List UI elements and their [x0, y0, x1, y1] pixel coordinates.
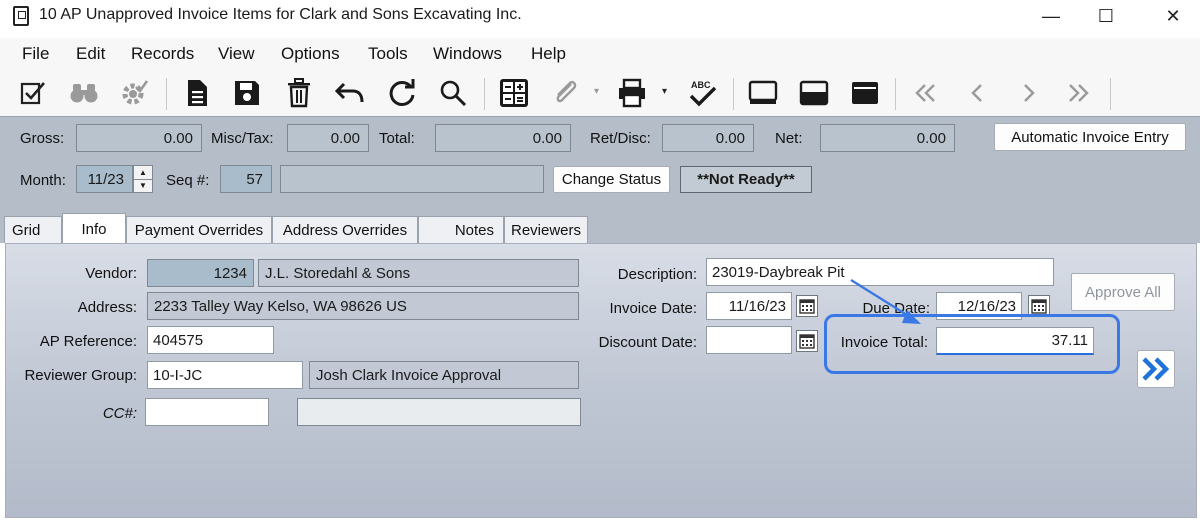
checklist-icon[interactable]	[16, 76, 50, 110]
previous-record-icon[interactable]	[961, 76, 995, 110]
menu-file[interactable]: File	[22, 44, 49, 64]
window-title: 10 AP Unapproved Invoice Items for Clark…	[39, 6, 522, 23]
annotation-arrow-icon	[850, 278, 921, 324]
document-icon[interactable]	[180, 76, 214, 110]
toolbar-separator	[166, 78, 167, 110]
net-label: Net:	[775, 130, 803, 147]
invoice-date-calendar-icon[interactable]	[796, 295, 818, 317]
seq-field[interactable]: 57	[220, 165, 272, 193]
delete-icon[interactable]	[282, 76, 316, 110]
layout-split-icon[interactable]	[797, 76, 831, 110]
spellcheck-text: ABC	[691, 80, 711, 90]
misc-tax-label: Misc/Tax:	[211, 130, 274, 147]
spin-up-icon[interactable]: ▲	[134, 166, 152, 180]
maximize-button[interactable]: ☐	[1078, 0, 1134, 33]
cc-field[interactable]	[145, 398, 269, 426]
total-field: 0.00	[435, 124, 571, 152]
print-icon[interactable]	[615, 76, 649, 110]
status-badge: **Not Ready**	[680, 166, 812, 193]
vendor-label: Vendor:	[85, 265, 137, 282]
toolbar-separator	[1110, 78, 1111, 110]
menu-help[interactable]: Help	[531, 44, 566, 64]
spin-down-icon[interactable]: ▼	[134, 180, 152, 193]
attachment-dropdown-icon[interactable]: ▾	[594, 86, 602, 97]
settings-check-icon[interactable]	[117, 76, 151, 110]
tab-address-overrides[interactable]: Address Overrides	[272, 216, 418, 243]
tab-reviewers[interactable]: Reviewers	[504, 216, 588, 243]
gross-field: 0.00	[76, 124, 202, 152]
ap-reference-field[interactable]: 404575	[147, 326, 274, 354]
vendor-id-field[interactable]: 1234	[147, 259, 254, 287]
address-field: 2233 Talley Way Kelso, WA 98626 US	[147, 292, 579, 320]
refresh-icon[interactable]	[385, 76, 419, 110]
cc-description-field	[297, 398, 581, 426]
tab-payment-overrides[interactable]: Payment Overrides	[126, 216, 272, 243]
tab-grid[interactable]: Grid	[4, 216, 62, 243]
close-button[interactable]: ✕	[1145, 0, 1200, 33]
month-field[interactable]: 11/23	[76, 165, 133, 193]
reviewer-group-name-field: Josh Clark Invoice Approval	[309, 361, 579, 389]
grid-calc-icon[interactable]	[497, 76, 531, 110]
menu-windows[interactable]: Windows	[433, 44, 502, 64]
last-record-icon[interactable]	[1061, 76, 1095, 110]
discount-date-field[interactable]	[706, 326, 792, 354]
layout-single-icon[interactable]	[746, 76, 780, 110]
menu-tools[interactable]: Tools	[368, 44, 408, 64]
reviewer-group-field[interactable]: 10-I-JC	[147, 361, 303, 389]
address-label: Address:	[77, 299, 137, 316]
seq-label: Seq #:	[166, 172, 210, 189]
binoculars-icon[interactable]	[67, 76, 101, 110]
double-chevron-right-icon	[1142, 357, 1170, 381]
reviewer-group-label: Reviewer Group:	[24, 367, 137, 384]
menu-records[interactable]: Records	[131, 44, 194, 64]
ret-disc-label: Ret/Disc:	[590, 130, 651, 147]
menu-edit[interactable]: Edit	[76, 44, 105, 64]
toolbar-separator	[733, 78, 734, 110]
discount-date-calendar-icon[interactable]	[796, 330, 818, 352]
next-record-icon[interactable]	[1011, 76, 1045, 110]
layout-header-icon[interactable]	[848, 76, 882, 110]
misc-tax-field: 0.00	[287, 124, 369, 152]
automatic-invoice-entry-button[interactable]: Automatic Invoice Entry	[994, 123, 1186, 151]
toolbar-separator	[484, 78, 485, 110]
save-icon[interactable]	[230, 76, 264, 110]
toolbar-separator	[895, 78, 896, 110]
gross-label: Gross:	[20, 130, 65, 147]
minimize-button[interactable]: —	[1023, 0, 1079, 33]
first-record-icon[interactable]	[909, 76, 943, 110]
undo-icon[interactable]	[333, 76, 367, 110]
month-spinner[interactable]: ▲ ▼	[133, 165, 153, 193]
menu-view[interactable]: View	[218, 44, 255, 64]
tab-notes[interactable]: Notes	[418, 216, 504, 243]
ap-reference-label: AP Reference:	[39, 333, 137, 350]
search-icon[interactable]	[436, 76, 470, 110]
advance-button[interactable]	[1137, 350, 1175, 388]
month-label: Month:	[20, 172, 66, 189]
vendor-name-field: J.L. Storedahl & Sons	[258, 259, 579, 287]
menu-options[interactable]: Options	[281, 44, 340, 64]
ret-disc-field: 0.00	[662, 124, 754, 152]
total-label: Total:	[379, 130, 415, 147]
cc-label: CC#:	[102, 405, 137, 422]
tab-info[interactable]: Info	[62, 213, 126, 244]
print-dropdown-icon[interactable]: ▾	[662, 86, 667, 97]
seq-description-field	[280, 165, 544, 193]
approve-all-button[interactable]: Approve All	[1071, 273, 1175, 311]
discount-date-label: Discount Date:	[598, 334, 697, 351]
attachment-icon[interactable]	[548, 76, 582, 110]
change-status-button[interactable]: Change Status	[553, 166, 670, 193]
spellcheck-icon[interactable]: ABC	[686, 76, 720, 110]
app-icon	[13, 6, 29, 26]
description-label: Description:	[617, 266, 697, 283]
invoice-date-label: Invoice Date:	[609, 300, 697, 317]
invoice-date-field[interactable]: 11/16/23	[706, 292, 792, 320]
net-field: 0.00	[820, 124, 955, 152]
